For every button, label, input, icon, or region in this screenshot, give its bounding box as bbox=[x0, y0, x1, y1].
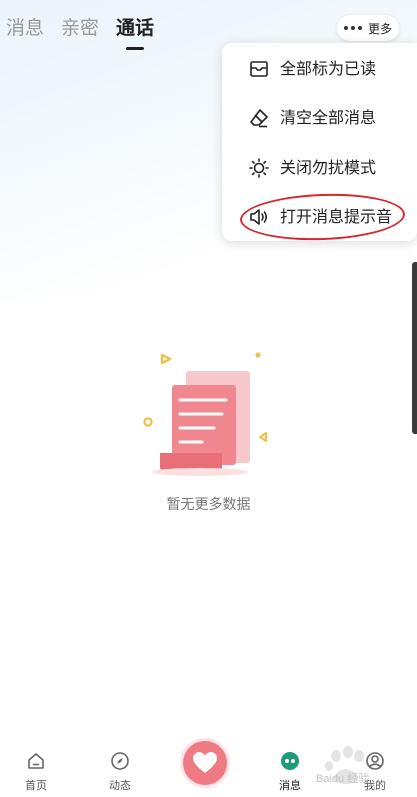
watermark-text: Baidu 经验 bbox=[316, 773, 370, 785]
menu-item-disable-dnd[interactable]: 关闭勿扰模式 bbox=[222, 144, 417, 192]
empty-document-illustration bbox=[143, 352, 268, 476]
more-button[interactable]: 更多 bbox=[337, 15, 399, 41]
menu-item-clear-all[interactable]: 清空全部消息 bbox=[222, 94, 417, 142]
tab-calls[interactable]: 通话 bbox=[116, 14, 154, 50]
sun-icon bbox=[249, 158, 269, 178]
envelope-icon bbox=[250, 61, 268, 77]
tab-messages[interactable]: 消息 bbox=[6, 14, 44, 44]
side-handle bbox=[412, 262, 417, 434]
menu-item-label: 清空全部消息 bbox=[280, 108, 377, 127]
menu-item-label: 全部标为已读 bbox=[280, 59, 377, 78]
heart-icon bbox=[193, 752, 217, 773]
home-icon bbox=[28, 753, 44, 769]
more-dots-icon bbox=[343, 26, 362, 30]
tab-intimacy[interactable]: 亲密 bbox=[61, 14, 99, 44]
compass-icon bbox=[111, 752, 129, 770]
menu-item-mark-all-read[interactable]: 全部标为已读 bbox=[222, 45, 417, 93]
nav-home[interactable]: 首页 bbox=[11, 751, 61, 795]
nav-feed[interactable]: 动态 bbox=[95, 751, 145, 795]
more-label: 更多 bbox=[367, 21, 392, 36]
nav-label: 动态 bbox=[109, 779, 131, 792]
center-heart-button[interactable] bbox=[183, 741, 227, 785]
top-tabs: 消息 亲密 通话 bbox=[6, 14, 154, 50]
menu-item-label: 关闭勿扰模式 bbox=[280, 158, 377, 177]
nav-label: 首页 bbox=[25, 779, 47, 792]
eraser-icon bbox=[250, 109, 268, 128]
empty-state-text: 暂无更多数据 bbox=[166, 497, 251, 513]
